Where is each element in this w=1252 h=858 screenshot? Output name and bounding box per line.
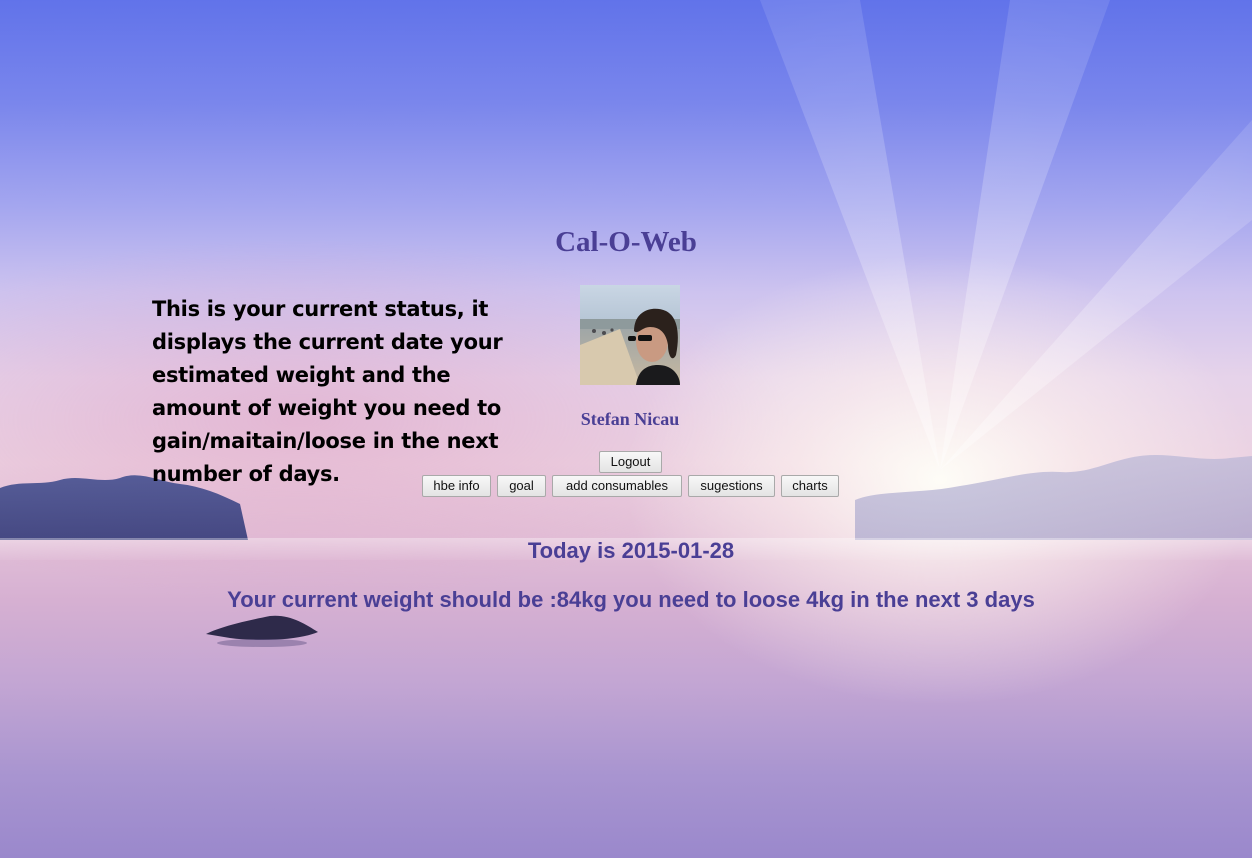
sugestions-button[interactable]: sugestions xyxy=(688,475,775,497)
rock-reflection xyxy=(217,639,307,647)
avatar-photo-icon xyxy=(580,285,680,385)
today-date-text: Today is 2015-01-28 xyxy=(527,538,735,563)
weight-status-text: Your current weight should be :84kg you … xyxy=(227,587,1035,612)
logout-button[interactable]: Logout xyxy=(599,451,662,473)
help-tooltip-text: This is your current status, it displays… xyxy=(152,297,503,486)
add-consumables-button[interactable]: add consumables xyxy=(552,475,682,497)
user-avatar xyxy=(580,285,680,385)
rock xyxy=(206,615,318,640)
charts-button[interactable]: charts xyxy=(781,475,839,497)
right-treeline xyxy=(855,455,1252,540)
app-title: Cal-O-Web xyxy=(555,226,697,258)
